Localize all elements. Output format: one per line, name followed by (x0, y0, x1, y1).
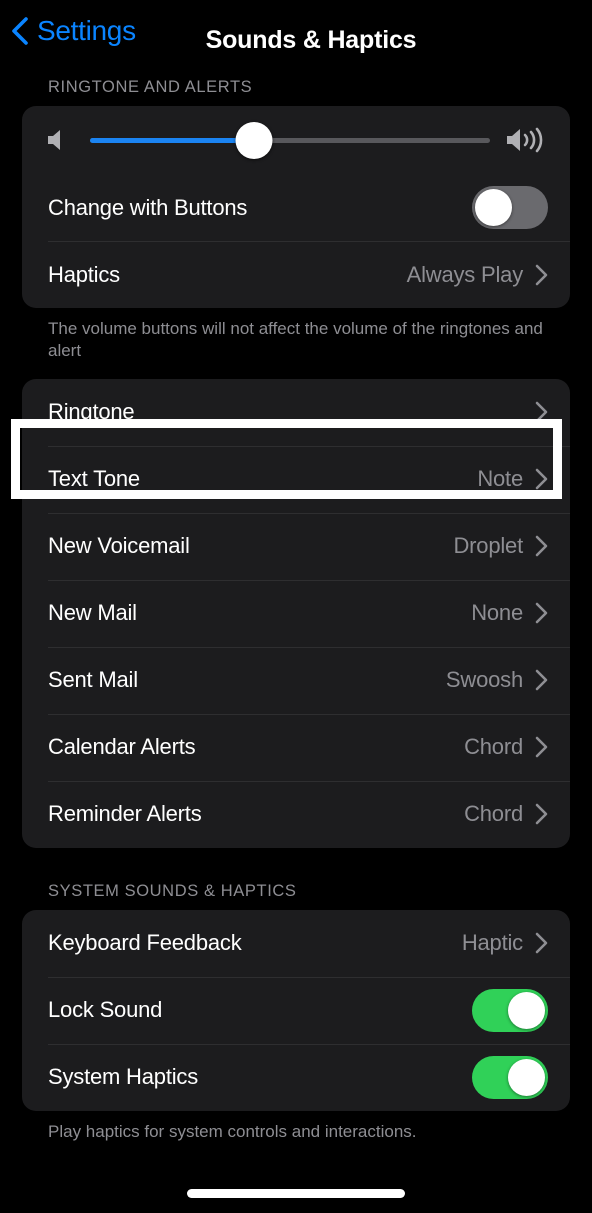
row-change-with-buttons[interactable]: Change with Buttons (22, 174, 570, 241)
tones-card: Ringtone Text Tone Note New Voicemail Drople… (22, 378, 570, 848)
row-label: Text Tone (48, 466, 140, 492)
row-value: Chord (464, 734, 523, 760)
row-label: Calendar Alerts (48, 734, 196, 760)
chevron-right-icon (535, 402, 548, 423)
section-footer-system: Play haptics for system controls and int… (48, 1121, 417, 1141)
system-settings-card: Keyboard Feedback Haptic Lock Sound Syst… (22, 909, 570, 1111)
navigation-bar: Settings Sounds & Haptics (0, 0, 592, 78)
section-footer-ringtone: The volume buttons will not affect the v… (48, 319, 543, 361)
row-label: New Voicemail (48, 533, 190, 559)
row-value: None (471, 600, 523, 626)
toggle-knob (508, 1058, 545, 1096)
row-value: Note (477, 466, 523, 492)
row-calendar-alerts[interactable]: Calendar Alerts Chord (22, 713, 570, 781)
row-text-tone[interactable]: Text Tone Note (22, 445, 570, 513)
toggle-knob (508, 991, 545, 1029)
speaker-low-icon (48, 130, 60, 150)
back-button-label: Settings (37, 15, 136, 46)
row-label: Keyboard Feedback (48, 930, 242, 956)
row-sent-mail[interactable]: Sent Mail Swoosh (22, 646, 570, 714)
row-label: Lock Sound (48, 997, 163, 1023)
lock-sound-toggle[interactable] (472, 988, 548, 1032)
row-lock-sound[interactable]: Lock Sound (22, 976, 570, 1044)
row-label: Change with Buttons (48, 194, 248, 220)
system-haptics-toggle[interactable] (472, 1055, 548, 1099)
chevron-right-icon (535, 804, 548, 825)
row-value: Haptic (461, 930, 523, 956)
home-indicator (187, 1189, 405, 1198)
ringtone-and-alerts-section: RINGTONE AND ALERTS Change with Buttons (0, 78, 592, 363)
row-value: Always Play (406, 261, 524, 287)
volume-slider[interactable] (90, 121, 490, 159)
row-new-voicemail[interactable]: New Voicemail Droplet (22, 512, 570, 580)
row-label: System Haptics (48, 1064, 199, 1090)
row-value: Swoosh (445, 667, 523, 693)
chevron-left-icon (12, 17, 28, 45)
row-keyboard-feedback[interactable]: Keyboard Feedback Haptic (22, 910, 570, 977)
chevron-right-icon (535, 603, 548, 624)
slider-fill (90, 137, 254, 143)
ringtone-settings-card: Change with Buttons Haptics Always Play (22, 106, 570, 308)
back-button[interactable]: Settings (10, 16, 136, 46)
row-haptics[interactable]: Haptics Always Play (22, 241, 570, 308)
row-label: Reminder Alerts (48, 801, 202, 827)
row-label: Haptics (48, 261, 120, 287)
row-ringtone[interactable]: Ringtone (22, 379, 570, 446)
row-label: Sent Mail (48, 667, 138, 693)
chevron-right-icon (535, 737, 548, 758)
row-value: Chord (464, 801, 523, 827)
volume-slider-row (22, 106, 570, 174)
row-new-mail[interactable]: New Mail None (22, 579, 570, 647)
chevron-right-icon (535, 469, 548, 490)
speaker-high-icon (507, 127, 543, 153)
row-system-haptics[interactable]: System Haptics (22, 1043, 570, 1111)
row-label: Ringtone (48, 399, 135, 425)
toggle-knob (475, 189, 512, 226)
section-header-ringtone: RINGTONE AND ALERTS (48, 78, 253, 96)
section-header-system: SYSTEM SOUNDS & HAPTICS (48, 881, 297, 900)
row-value: Droplet (453, 533, 523, 559)
system-sounds-section: SYSTEM SOUNDS & HAPTICS Keyboard Feedbac… (0, 882, 592, 1143)
row-reminder-alerts[interactable]: Reminder Alerts Chord (22, 780, 570, 848)
chevron-right-icon (535, 933, 548, 954)
chevron-right-icon (535, 670, 548, 691)
change-with-buttons-toggle[interactable] (472, 186, 548, 229)
chevron-right-icon (535, 264, 548, 285)
slider-thumb[interactable] (235, 121, 273, 159)
row-label: New Mail (48, 600, 137, 626)
chevron-right-icon (535, 536, 548, 557)
